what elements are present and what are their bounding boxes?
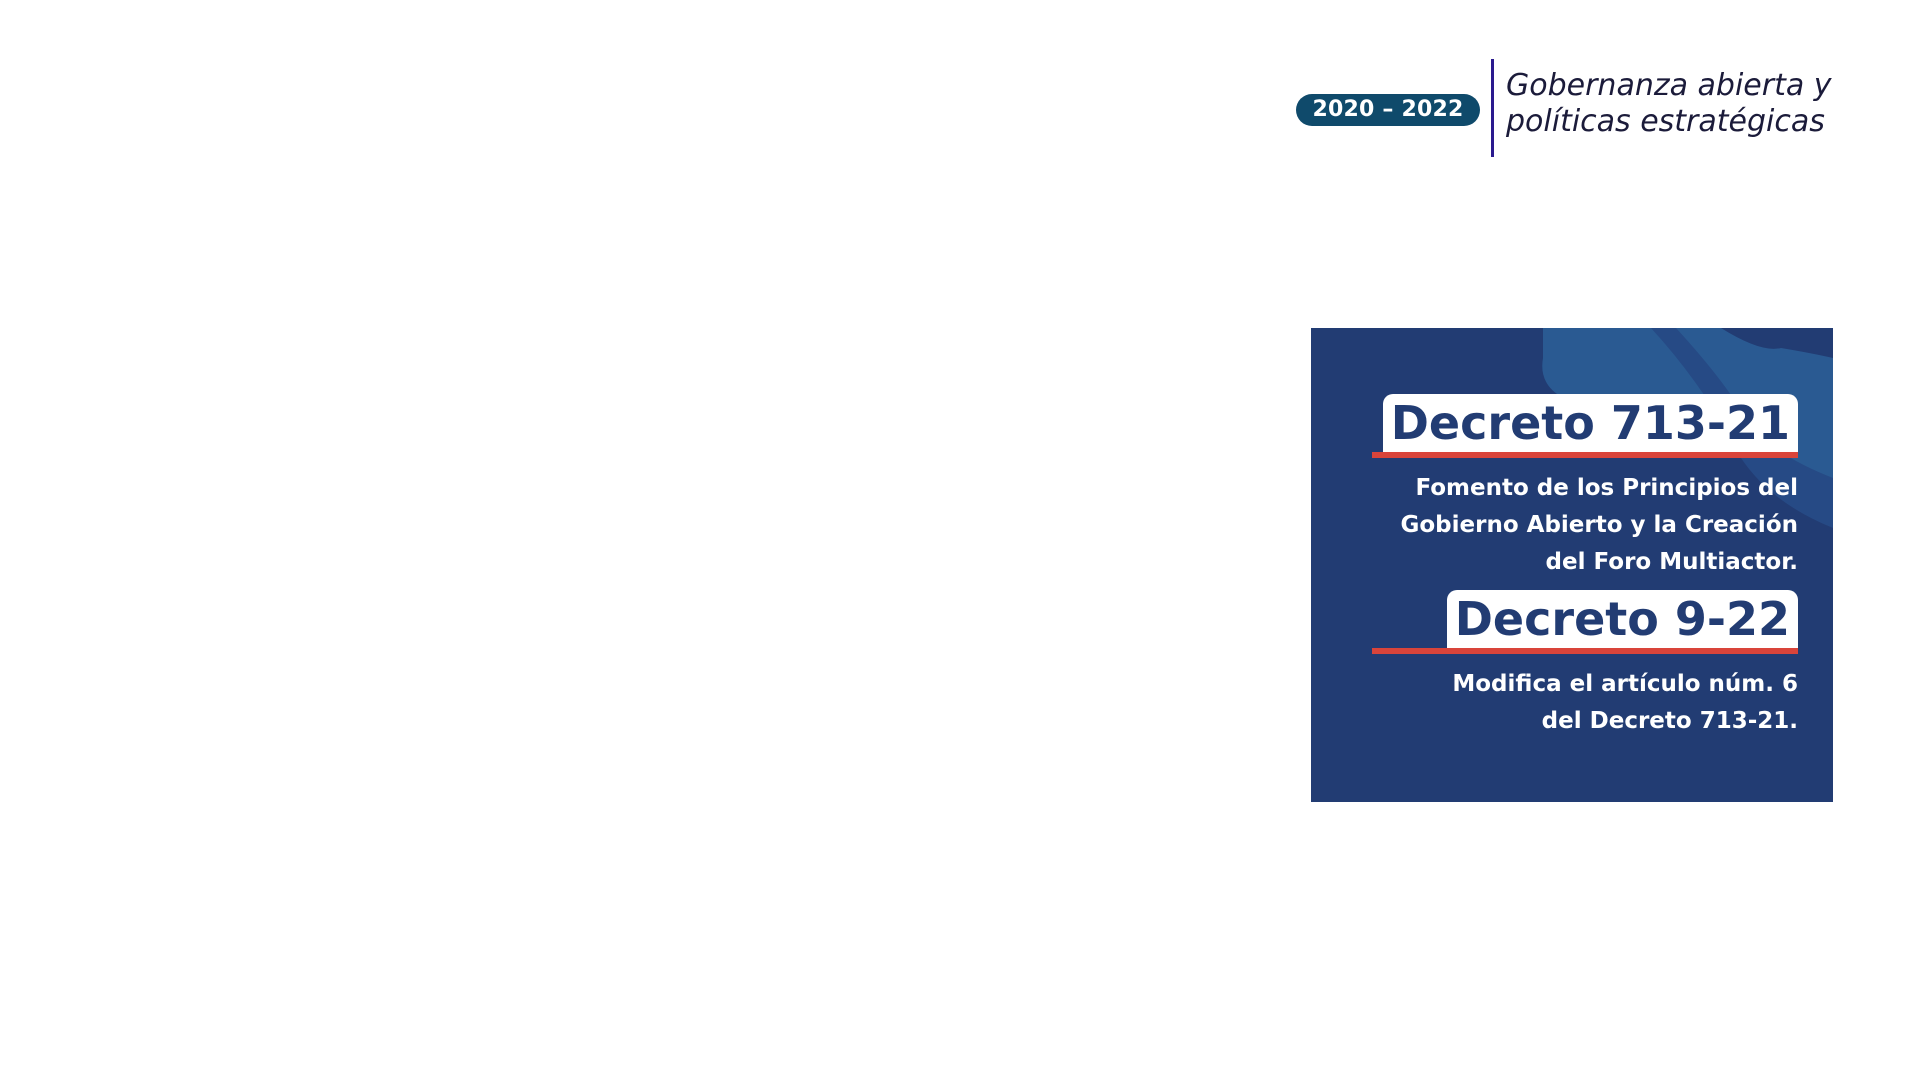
decree-1-description-line-2: Gobierno Abierto y la Creación bbox=[1400, 512, 1799, 538]
decree-2-label: Decreto 9-22 bbox=[1446, 590, 1798, 648]
decree-1-description-line-3: del Foro Multiactor. bbox=[1545, 549, 1798, 575]
section-title-line-1: Gobernanza abierta y bbox=[1506, 68, 1832, 103]
header-divider bbox=[1491, 59, 1494, 157]
decree-2-description-line-1: Modifica el artículo núm. 6 bbox=[1452, 671, 1798, 697]
decrees-card: Decreto 713-21 Fomento de los Principios… bbox=[1311, 328, 1833, 802]
decree-1-label: Decreto 713-21 bbox=[1382, 394, 1798, 452]
year-range-badge: 2020 – 2022 bbox=[1296, 94, 1480, 126]
decree-2-description-line-2: del Decreto 713-21. bbox=[1541, 708, 1798, 734]
decree-2-description: Modifica el artículo núm. 6 del Decreto … bbox=[1372, 666, 1798, 740]
section-title-line-2: políticas estratégicas bbox=[1506, 104, 1825, 139]
section-title: Gobernanza abierta y políticas estratégi… bbox=[1506, 68, 1886, 140]
decree-1-red-rule bbox=[1372, 452, 1798, 458]
slide-page: 2020 – 2022 Gobernanza abierta y polític… bbox=[0, 0, 1920, 1080]
decree-1-description: Fomento de los Principios del Gobierno A… bbox=[1372, 470, 1799, 581]
decree-block-1: Decreto 713-21 Fomento de los Principios… bbox=[1372, 394, 1798, 581]
decree-1-description-line-1: Fomento de los Principios del bbox=[1415, 475, 1798, 501]
decree-2-red-rule bbox=[1372, 648, 1798, 654]
decree-block-2: Decreto 9-22 Modifica el artículo núm. 6… bbox=[1372, 590, 1798, 740]
